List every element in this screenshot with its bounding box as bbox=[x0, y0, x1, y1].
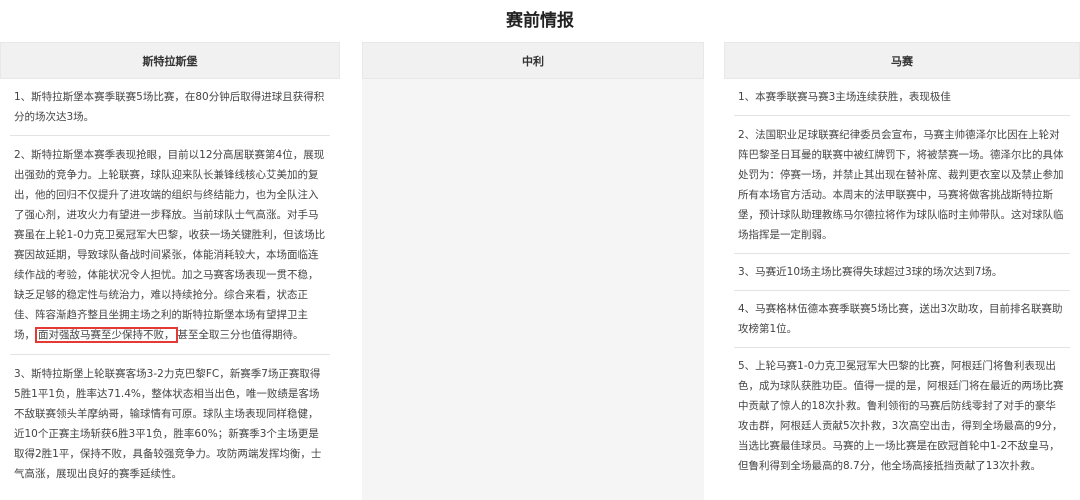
intel-item: 3、斯特拉斯堡上轮联赛客场3-2力克巴黎FC，新赛季7场正赛取得5胜1平1负，胜… bbox=[10, 355, 330, 484]
intel-item: 4、马赛格林伍德本赛季联赛5场比赛，送出3次助攻，目前排名联赛助攻榜第1位。 bbox=[734, 291, 1070, 348]
intel-item: 2、法国职业足球联赛纪律委员会宣布，马赛主帅德泽尔比因在上轮对阵巴黎圣日耳曼的联… bbox=[734, 116, 1070, 254]
intel-item-text: 3、斯特拉斯堡上轮联赛客场3-2力克巴黎FC，新赛季7场正赛取得5胜1平1负，胜… bbox=[14, 368, 322, 480]
column-body-home: 1、斯特拉斯堡本赛季联赛5场比赛，在80分钟后取得进球且获得积分的场次达3场。 … bbox=[0, 79, 340, 484]
column-header-home: 斯特拉斯堡 bbox=[0, 42, 340, 79]
odds-column: 中利 bbox=[362, 42, 704, 500]
intel-item-text: 2、法国职业足球联赛纪律委员会宣布，马赛主帅德泽尔比因在上轮对阵巴黎圣日耳曼的联… bbox=[738, 129, 1064, 241]
intel-item: 3、马赛近10场主场比赛得失球超过3球的场次达到7场。 bbox=[734, 254, 1070, 291]
intel-item-text: 4、马赛格林伍德本赛季联赛5场比赛，送出3次助攻，目前排名联赛助攻榜第1位。 bbox=[738, 303, 1063, 335]
intel-item-text: 5、上轮马赛1-0力克卫冕冠军大巴黎的比赛，阿根廷门将鲁利表现出色，成为球队获胜… bbox=[738, 360, 1064, 472]
column-body-middle bbox=[362, 79, 704, 500]
highlighted-phrase: 面对强敌马赛至少保持不败， bbox=[35, 327, 178, 343]
column-header-away: 马赛 bbox=[724, 42, 1080, 79]
column-header-middle: 中利 bbox=[362, 42, 704, 79]
team-column-away: 马赛 1、本赛季联赛马赛3主场连续获胜，表现极佳 2、法国职业足球联赛纪律委员会… bbox=[724, 42, 1080, 500]
intel-item-text: 3、马赛近10场主场比赛得失球超过3球的场次达到7场。 bbox=[738, 266, 1003, 278]
intel-item-text: 1、本赛季联赛马赛3主场连续获胜，表现极佳 bbox=[738, 91, 951, 103]
intel-item: 1、斯特拉斯堡本赛季联赛5场比赛，在80分钟后取得进球且获得积分的场次达3场。 bbox=[10, 79, 330, 136]
intel-item-text: 1、斯特拉斯堡本赛季联赛5场比赛，在80分钟后取得进球且获得积分的场次达3场。 bbox=[14, 91, 325, 123]
intel-item-text: 2、斯特拉斯堡本赛季表现抢眼，目前以12分高居联赛第4位，展现出强劲的竞争力。上… bbox=[14, 145, 326, 345]
intel-item-text-tail: 甚至全取三分也值得期待。 bbox=[177, 329, 304, 341]
intel-item: 1、本赛季联赛马赛3主场连续获胜，表现极佳 bbox=[734, 79, 1070, 116]
intel-item: 2、斯特拉斯堡本赛季表现抢眼，目前以12分高居联赛第4位，展现出强劲的竞争力。上… bbox=[10, 136, 330, 355]
page-title: 赛前情报 bbox=[506, 11, 574, 31]
column-body-away: 1、本赛季联赛马赛3主场连续获胜，表现极佳 2、法国职业足球联赛纪律委员会宣布，… bbox=[724, 79, 1080, 476]
team-column-home: 斯特拉斯堡 1、斯特拉斯堡本赛季联赛5场比赛，在80分钟后取得进球且获得积分的场… bbox=[0, 42, 340, 500]
intel-item: 5、上轮马赛1-0力克卫冕冠军大巴黎的比赛，阿根廷门将鲁利表现出色，成为球队获胜… bbox=[734, 348, 1070, 476]
intel-item-text-main: 2、斯特拉斯堡本赛季表现抢眼，目前以12分高居联赛第4位，展现出强劲的竞争力。上… bbox=[14, 149, 326, 341]
